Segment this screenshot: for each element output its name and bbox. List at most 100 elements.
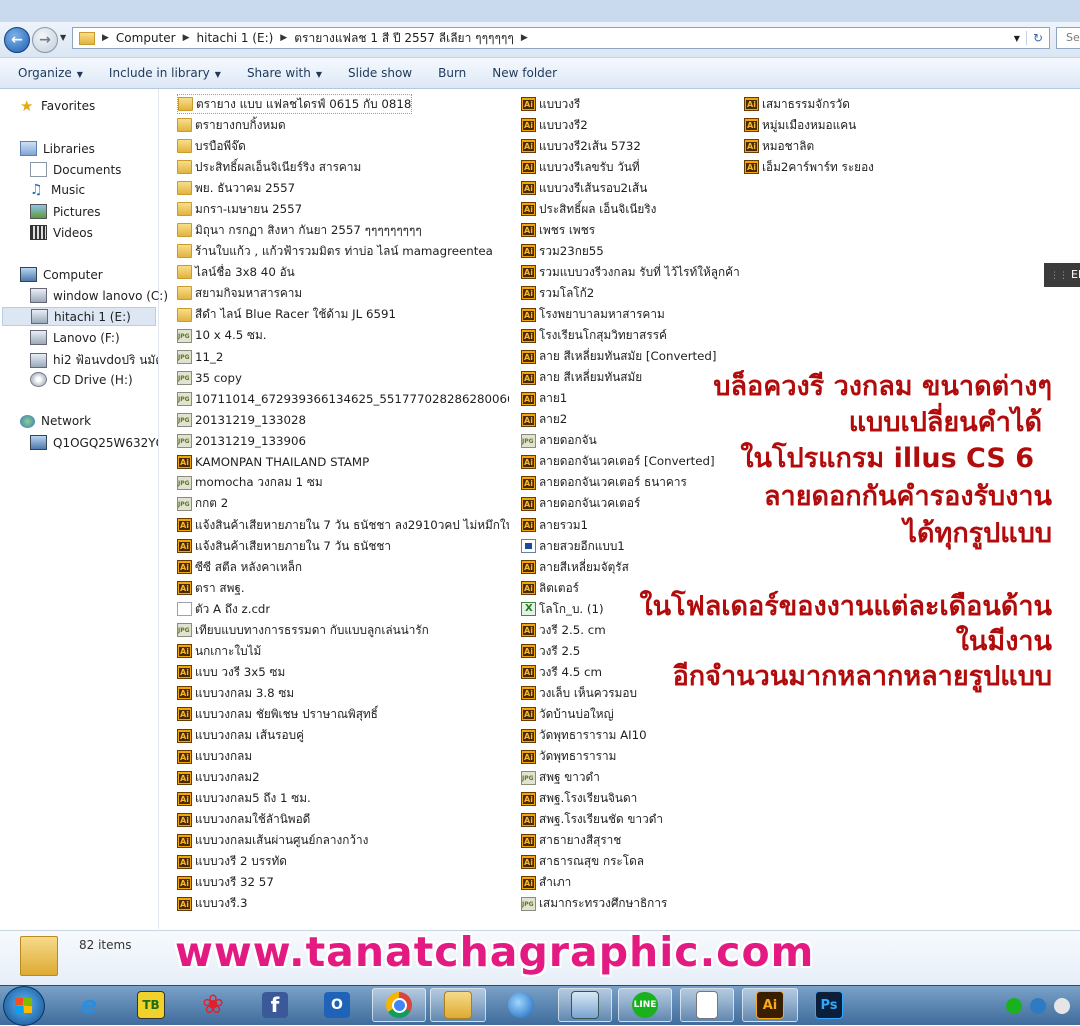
file-item[interactable]: แบบวงกลม5 ถึง 1 ซม. xyxy=(177,789,311,809)
file-item[interactable]: วัดบ้านบ่อใหญ่ xyxy=(521,704,614,724)
file-item[interactable]: พย. ธันวาคม 2557 xyxy=(177,178,295,198)
clock-tray-icon[interactable] xyxy=(1054,998,1070,1014)
file-item[interactable]: แบบวงรีเส้นรอบ2เส้น xyxy=(521,178,647,198)
file-item[interactable]: แบบวงกลม2 xyxy=(177,768,260,788)
file-item[interactable]: วงรี 4.5 cm xyxy=(521,662,602,682)
file-item[interactable]: สาธายางสีสุราช xyxy=(521,831,621,851)
nav-drive-f[interactable]: Lanovo (F:) xyxy=(30,330,120,345)
file-item[interactable]: วัดพุทธาราราม xyxy=(521,747,616,767)
file-item[interactable]: แบบวงรี.3 xyxy=(177,894,248,914)
file-item[interactable]: แจ้งสินค้าเสียหายภายใน 7 วัน ธนัชชา xyxy=(177,536,391,556)
file-item[interactable]: แบบวงกลมใช้ลัานิพอดี xyxy=(177,810,310,830)
file-item[interactable]: สยามกิจมหาสารคาม xyxy=(177,283,302,303)
nav-pictures[interactable]: Pictures xyxy=(30,204,101,219)
file-item[interactable]: โรงพยาบาลมหาสารคาม xyxy=(521,305,665,325)
file-item[interactable]: เอ็ม2คาร์พาร์ท ระยอง xyxy=(744,157,874,177)
file-item[interactable]: 20131219_133028 xyxy=(177,410,306,430)
file-item[interactable]: ลายดอกจันเวคเตอร์ xyxy=(521,494,640,514)
file-item[interactable]: ลาย2 xyxy=(521,410,567,430)
file-item[interactable]: แบบวงรี2 xyxy=(521,115,588,135)
taskbar-document[interactable] xyxy=(680,988,734,1022)
taskbar-photoshop[interactable]: Ps xyxy=(804,988,854,1022)
file-item[interactable]: ลาย1 xyxy=(521,389,567,409)
share-with-button[interactable]: Share with ▼ xyxy=(247,66,322,80)
taskbar-tb-app[interactable]: TB xyxy=(126,988,176,1022)
refresh-icon[interactable]: ↻ xyxy=(1025,31,1049,45)
file-item[interactable]: แบบวงกลม เส้นรอบคู่ xyxy=(177,726,304,746)
file-item[interactable]: มิถุนา กรกฏา สิงหา กันยา 2557 ๆๆๆๆๆๆๆๆๆ xyxy=(177,220,422,240)
file-item[interactable]: กกต 2 xyxy=(177,494,228,514)
file-item[interactable]: ลายสีเหลี่ยมจัตุรัส xyxy=(521,557,629,577)
file-item[interactable]: แบบวงกลม ชัยพิเชษ ปราษาณพิสุทธิ์ xyxy=(177,704,378,724)
new-folder-button[interactable]: New folder xyxy=(492,66,557,80)
file-item[interactable]: เพชร เพชร xyxy=(521,220,595,240)
taskbar-outlook[interactable]: O xyxy=(312,988,362,1022)
chevron-right-icon[interactable]: ▶ xyxy=(99,33,112,43)
file-item[interactable]: ตรายางกบกิ้งหมด xyxy=(177,115,286,135)
taskbar-line[interactable]: LINE xyxy=(618,988,672,1022)
language-bar[interactable]: ⋮⋮EN xyxy=(1044,263,1080,287)
chevron-right-icon[interactable]: ▶ xyxy=(518,33,531,43)
file-item[interactable]: สพฐ ขาวดำ xyxy=(521,768,600,788)
search-input[interactable]: Sea xyxy=(1056,27,1080,49)
file-item[interactable]: แบบวงกลม 3.8 ซม xyxy=(177,683,294,703)
nav-videos[interactable]: Videos xyxy=(30,225,93,240)
file-item[interactable]: ประสิทธิ์ผลเอ็นจิเนียร์ริง สารคาม xyxy=(177,157,361,177)
slideshow-button[interactable]: Slide show xyxy=(348,66,412,80)
file-item[interactable]: โลโก_บ. (1) xyxy=(521,599,604,619)
file-item[interactable]: วงเล็บ เห็นควรมอบ xyxy=(521,683,637,703)
file-item[interactable]: ลายดอกจันเวคเตอร์ ธนาคาร xyxy=(521,473,687,493)
taskbar-browser-app[interactable] xyxy=(496,988,546,1022)
address-dropdown-icon[interactable]: ▼ xyxy=(1014,34,1026,43)
nav-music[interactable]: ♫ Music xyxy=(30,183,85,197)
file-item[interactable]: ลายดอกจันเวคเตอร์ [Converted] xyxy=(521,452,715,472)
history-dropdown-icon[interactable]: ▼ xyxy=(60,33,66,42)
network-tray-icon[interactable] xyxy=(1030,998,1046,1014)
file-item[interactable]: หมอชาลิต xyxy=(744,136,814,156)
file-item[interactable]: เสมาธรรมจักรวัด xyxy=(744,94,850,114)
file-item[interactable]: รวมโลโก้2 xyxy=(521,283,594,303)
breadcrumb-folder[interactable]: ตรายางแฟลช 1 สี ปี 2557 ลีเลียา ๆๆๆๆๆๆ xyxy=(290,29,518,48)
file-item[interactable]: แบบวงรี 2 บรรทัด xyxy=(177,852,287,872)
file-item[interactable]: ลาย สีเหลี่ยมทันสมัย xyxy=(521,368,642,388)
breadcrumb-computer[interactable]: Computer xyxy=(112,31,180,45)
chevron-right-icon[interactable]: ▶ xyxy=(277,33,290,43)
file-item[interactable]: ลาย สีเหลี่ยมทันสมัย [Converted] xyxy=(521,347,717,367)
nav-libraries[interactable]: Libraries xyxy=(20,141,95,156)
file-item[interactable]: แบบวงรี 32 57 xyxy=(177,873,274,893)
file-item[interactable]: ตรา สพฐ. xyxy=(177,578,245,598)
file-item[interactable]: ตรายาง แบบ แฟลชไดรฟ์ 0615 กับ 0818 xyxy=(177,94,413,114)
file-item[interactable]: ไลน์ชื่อ 3x8 40 อัน xyxy=(177,262,295,282)
file-item[interactable]: 10 x 4.5 ซม. xyxy=(177,326,267,346)
file-item[interactable]: นกเกาะใบไม้ xyxy=(177,641,261,661)
nav-favorites[interactable]: ★ Favorites xyxy=(20,99,95,113)
taskbar-photo-app[interactable] xyxy=(558,988,612,1022)
chevron-right-icon[interactable]: ▶ xyxy=(180,33,193,43)
file-item[interactable]: สพฐ.โรงเรียนชัด ขาวดำ xyxy=(521,810,663,830)
file-item[interactable]: ตัว A ถึง z.cdr xyxy=(177,599,270,619)
file-item[interactable]: แบบ วงรี 3x5 ซม xyxy=(177,662,285,682)
nav-network-pc[interactable]: Q1OGQ25W632YQN xyxy=(30,435,158,450)
file-item[interactable]: รวมแบบวงรีวงกลม รับที่ ไว้ไรท์ให้ลูกค้า xyxy=(521,262,740,282)
file-item[interactable]: ร้านใบแก้ว , แก้วฟ้ารวมมิตร ท่าบ่อ ไลน์ … xyxy=(177,241,493,261)
file-item[interactable]: KAMONPAN THAILAND STAMP xyxy=(177,452,369,472)
taskbar-facebook[interactable]: f xyxy=(250,988,300,1022)
file-item[interactable]: 10711014_672939366134625_551777028286280… xyxy=(177,389,509,409)
file-item[interactable]: แบบวงกลมเส้นผ่านศูนย์กลางกว้าง xyxy=(177,831,368,851)
file-item[interactable]: สำเภา xyxy=(521,873,571,893)
address-bar[interactable]: ▶ Computer ▶ hitachi 1 (E:) ▶ ตรายางแฟลช… xyxy=(72,27,1050,49)
start-button[interactable] xyxy=(3,986,45,1026)
file-item[interactable]: โรงเรียนโกสุมวิทยาสรรค์ xyxy=(521,326,667,346)
file-item[interactable]: ลิตเตอร์ xyxy=(521,578,579,598)
back-button[interactable]: ← xyxy=(4,27,30,53)
file-item[interactable]: ลายสวยอีกแบบ1 xyxy=(521,536,625,556)
file-item[interactable]: 20131219_133906 xyxy=(177,431,306,451)
file-item[interactable]: แบบวงรีเลขรับ วันที่ xyxy=(521,157,640,177)
file-item[interactable]: เทียบแบบทางการธรรมดา กับแบบลูกเล่นน่ารัก xyxy=(177,620,429,640)
line-tray-icon[interactable] xyxy=(1006,998,1022,1014)
file-item[interactable]: 11_2 xyxy=(177,347,223,367)
file-item[interactable]: รวม23กย55 xyxy=(521,241,604,261)
nav-drive-hi2[interactable]: hi2 ฟ้อนvdoปริ นมัตร xyxy=(30,351,158,370)
nav-network[interactable]: Network xyxy=(20,414,91,428)
file-item[interactable]: หมู่มเมืองหมอแคน xyxy=(744,115,856,135)
